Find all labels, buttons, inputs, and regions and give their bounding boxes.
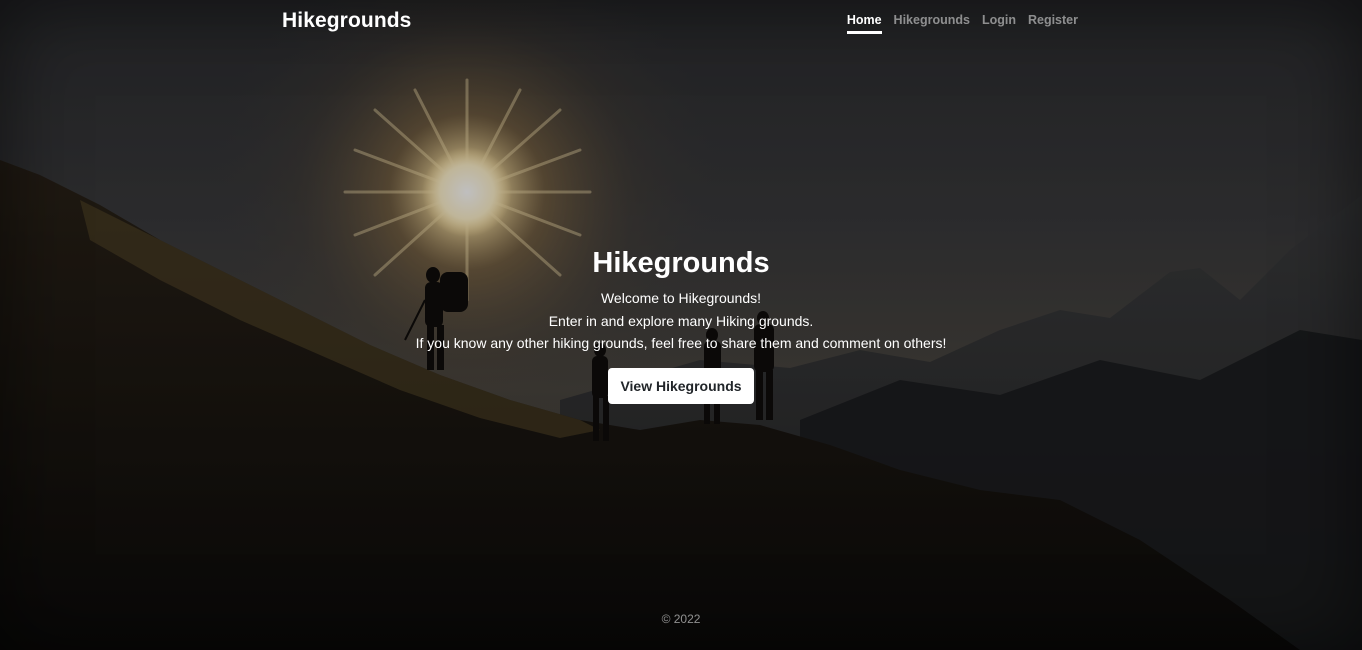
hero-line-explore: Enter in and explore many Hiking grounds… (548, 312, 814, 329)
hero-title: Hikegrounds (592, 247, 770, 279)
nav-link-login[interactable]: Login (982, 13, 1016, 34)
nav-link-home[interactable]: Home (846, 13, 882, 34)
hero-description: Welcome to Hikegrounds! Enter in and exp… (0, 287, 1362, 355)
brand-logo-text[interactable]: Hikegrounds (282, 9, 411, 33)
view-hikegrounds-button[interactable]: View Hikegrounds (608, 367, 754, 404)
hero-content: Hikegrounds Welcome to Hikegrounds! Ente… (0, 244, 1362, 404)
footer: © 2022 (0, 612, 1362, 626)
nav-link-hikegrounds[interactable]: Hikegrounds (894, 13, 970, 34)
page: Hikegrounds Home Hikegrounds Login Regis… (0, 0, 1362, 650)
hero-line-share: If you know any other hiking grounds, fe… (415, 335, 947, 351)
nav-links: Home Hikegrounds Login Register (846, 13, 1078, 34)
copyright-text: © 2022 (661, 612, 701, 626)
hero-line-welcome: Welcome to Hikegrounds! (600, 290, 762, 306)
navbar: Hikegrounds Home Hikegrounds Login Regis… (282, 0, 1078, 42)
nav-link-register[interactable]: Register (1028, 13, 1078, 34)
